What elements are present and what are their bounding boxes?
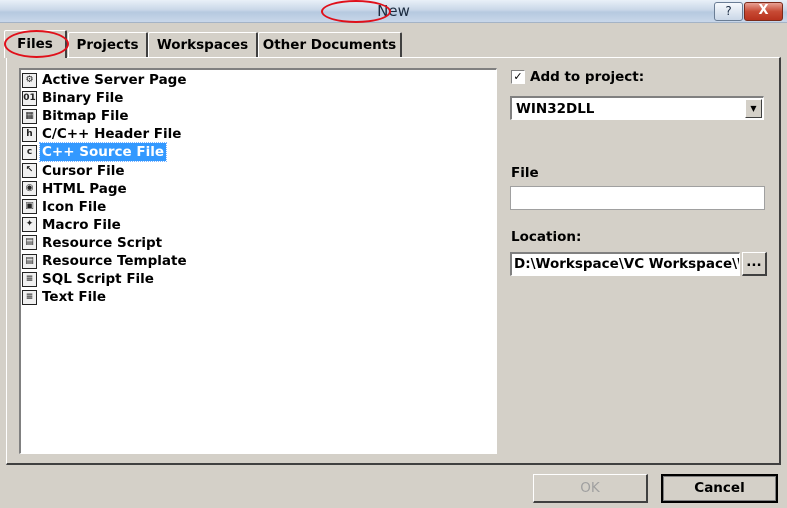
file-type-list[interactable]: ⚙ Active Server Page 01 Binary File ▦ Bitmap … — [19, 68, 497, 454]
file-type-item[interactable]: ✦ Macro File — [22, 216, 123, 234]
file-type-item[interactable]: ≡ SQL Script File — [22, 270, 156, 288]
tab-projects[interactable]: Projects — [68, 32, 148, 57]
close-icon: X — [758, 3, 769, 18]
text-file-icon: ≡ — [22, 289, 37, 305]
location-label: Location: — [511, 229, 582, 245]
cursor-file-icon: ↖ — [22, 163, 37, 178]
file-type-label: C/C++ Header File — [42, 126, 182, 143]
file-type-item[interactable]: ▣ Icon File — [22, 198, 108, 216]
file-type-item[interactable]: ↖ Cursor File — [22, 162, 126, 180]
file-type-item[interactable]: h C/C++ Header File — [22, 125, 183, 143]
icon-file-icon: ▣ — [22, 199, 37, 215]
file-type-item[interactable]: ▦ Bitmap File — [22, 107, 131, 125]
file-type-label: Bitmap File — [42, 108, 129, 125]
project-combobox[interactable]: WIN32DLL ▼ — [510, 96, 764, 120]
file-type-item[interactable]: ◉ HTML Page — [22, 180, 129, 198]
file-type-item[interactable]: c C++ Source File — [22, 142, 167, 163]
html-page-icon: ◉ — [22, 181, 37, 197]
source-file-icon: c — [22, 144, 37, 160]
file-type-item[interactable]: ▤ Resource Template — [22, 252, 189, 270]
file-type-label: SQL Script File — [42, 271, 154, 288]
chevron-down-icon[interactable]: ▼ — [745, 99, 762, 118]
add-to-project-label: Add to project: — [530, 69, 645, 85]
cancel-button-label: Cancel — [663, 476, 776, 501]
file-type-item[interactable]: ▤ Resource Script — [22, 234, 164, 252]
sql-script-icon: ≡ — [22, 271, 37, 287]
title-highlight-circle — [321, 0, 391, 23]
file-type-label: Cursor File — [42, 162, 125, 179]
close-button[interactable]: X — [744, 2, 783, 21]
help-button[interactable]: ? — [714, 2, 743, 21]
file-type-label: Macro File — [42, 216, 121, 233]
file-type-item[interactable]: ≡ Text File — [22, 288, 108, 306]
asp-page-icon: ⚙ — [22, 72, 37, 88]
tab-workspaces[interactable]: Workspaces — [148, 32, 258, 57]
add-to-project-checkbox[interactable]: ✓ — [511, 70, 525, 84]
file-type-item[interactable]: ⚙ Active Server Page — [22, 71, 189, 89]
browse-button[interactable]: ... — [742, 252, 767, 276]
file-type-label: HTML Page — [42, 180, 127, 197]
window-title: New — [377, 2, 410, 20]
binary-file-icon: 01 — [22, 90, 37, 106]
tab-highlight-circle — [4, 30, 69, 58]
ok-button[interactable]: OK — [533, 474, 648, 503]
file-name-input[interactable] — [510, 186, 765, 210]
file-type-item[interactable]: 01 Binary File — [22, 89, 125, 107]
file-name-label: File — [511, 165, 539, 181]
tab-other-documents[interactable]: Other Documents — [258, 32, 402, 57]
resource-script-icon: ▤ — [22, 235, 37, 251]
resource-template-icon: ▤ — [22, 253, 37, 269]
file-type-label: C++ Source File — [39, 142, 167, 163]
cancel-button[interactable]: Cancel — [661, 474, 778, 503]
location-input[interactable]: D:\Workspace\VC Workspace\W — [510, 252, 740, 276]
bitmap-file-icon: ▦ — [22, 108, 37, 124]
file-type-label: Resource Script — [42, 234, 163, 251]
file-type-label: Active Server Page — [42, 72, 187, 88]
macro-file-icon: ✦ — [22, 217, 37, 233]
file-type-label: Text File — [42, 289, 107, 306]
file-type-label: Binary File — [42, 90, 124, 107]
file-type-label: Icon File — [42, 198, 107, 215]
header-file-icon: h — [22, 126, 37, 142]
file-type-label: Resource Template — [42, 253, 187, 269]
project-combobox-value: WIN32DLL — [516, 101, 595, 117]
